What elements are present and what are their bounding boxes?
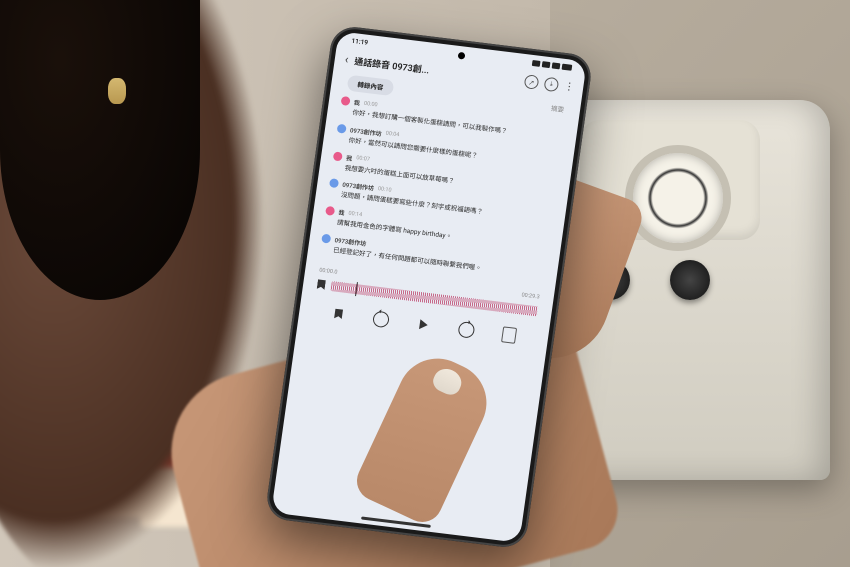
speaker-label: 我 [338, 208, 345, 218]
play-button[interactable] [415, 315, 433, 333]
avatar [337, 123, 347, 133]
export-icon[interactable]: ⤓ [543, 77, 559, 93]
timestamp: 00:10 [377, 186, 391, 194]
person-hair [0, 0, 200, 300]
avatar [329, 178, 339, 188]
gold-earring [108, 78, 126, 104]
timestamp: 00:07 [356, 155, 370, 163]
vibrate-icon [552, 62, 561, 69]
current-time: 00:00.0 [319, 267, 338, 275]
signal-icon [532, 60, 541, 67]
timestamp: 00:14 [348, 210, 362, 218]
share-icon[interactable]: ↗ [524, 74, 540, 90]
fingernail [430, 365, 466, 399]
photo-scene: 11:19 ‹ 通話錄音 0973創... ↗ ⤓ ⋮ 轉錄內容 摘要 [0, 0, 850, 567]
tab-summary[interactable]: 摘要 [550, 103, 564, 114]
timestamp: 00:04 [385, 131, 399, 139]
avatar [325, 206, 335, 216]
bookmark-icon[interactable] [317, 279, 326, 290]
forward-10-button[interactable] [457, 321, 475, 339]
rewind-10-button[interactable] [372, 310, 390, 328]
avatar [333, 151, 343, 161]
avatar [321, 233, 331, 243]
wifi-icon [542, 61, 551, 68]
timestamp: 00:00 [364, 100, 378, 108]
transcript-body[interactable]: 我00:00 你好，我想訂購一個客製化蛋糕請問，可以我製作嗎？ 0973創作坊0… [308, 95, 578, 283]
status-time: 11:19 [351, 37, 369, 47]
machine-knob-right [670, 260, 710, 300]
back-button[interactable]: ‹ [344, 52, 350, 66]
pressure-gauge [625, 145, 731, 251]
speaker-label: 我 [353, 98, 360, 108]
avatar [340, 96, 350, 106]
bookmark-button[interactable] [330, 305, 348, 323]
total-time: 00:29.3 [521, 292, 540, 300]
battery-icon [562, 64, 573, 71]
speaker-label: 我 [346, 153, 353, 163]
more-icon[interactable]: ⋮ [564, 81, 574, 93]
transcript-toggle-button[interactable] [500, 326, 518, 344]
